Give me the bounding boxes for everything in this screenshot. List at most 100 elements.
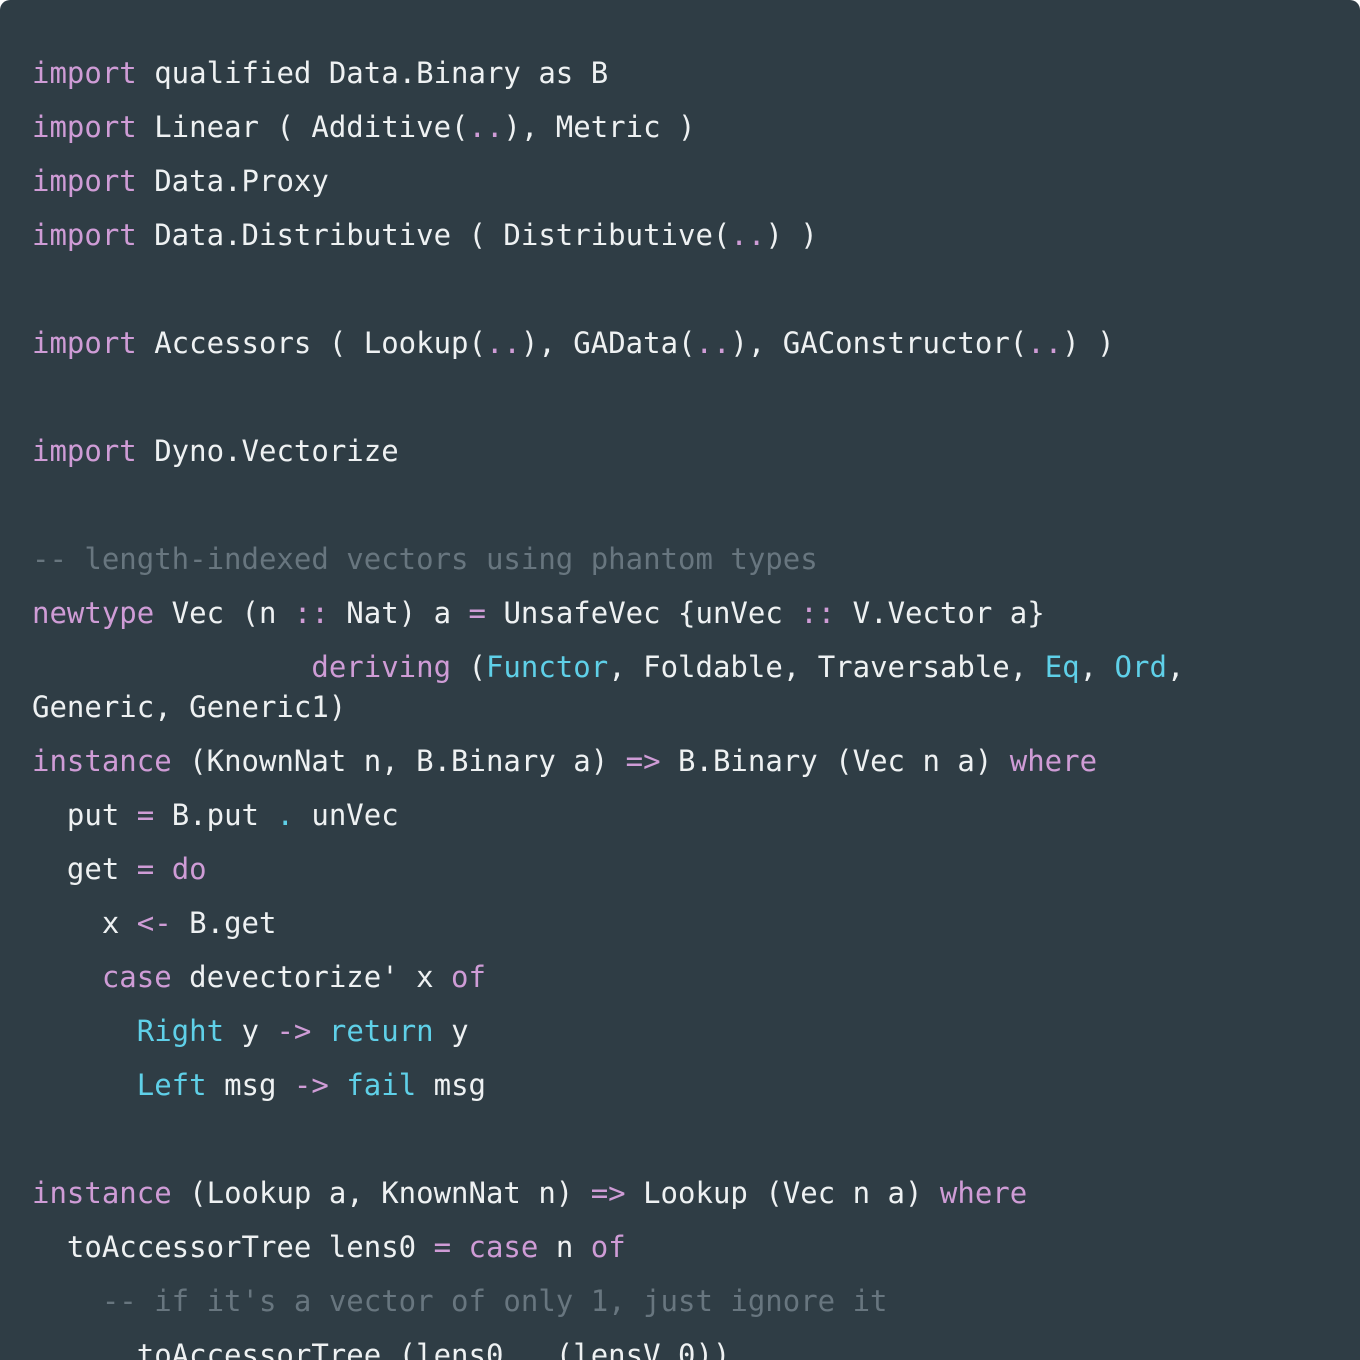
text-token: ), GAData( <box>520 326 696 360</box>
operator-token: .. <box>1027 326 1063 360</box>
keyword-token: import <box>32 110 137 144</box>
operator-token: .. <box>468 110 504 144</box>
text-token: ) ) <box>765 218 818 252</box>
operator-token: <- <box>136 906 172 940</box>
function-token: return <box>328 1014 434 1048</box>
code-line-19: Right y -> return y <box>32 1004 1184 1058</box>
operator-token: => <box>590 1176 626 1210</box>
code-line-2: import Linear ( Additive(..), Metric ) <box>32 100 1184 154</box>
code-line-18: case devectorize' x of <box>32 950 1184 1004</box>
keyword-token: newtype <box>32 596 155 630</box>
text-token: toAccessorTree lens0 <box>32 1230 434 1264</box>
text-token: B.get <box>171 906 277 940</box>
keyword-token: deriving <box>311 650 452 684</box>
keyword-token: case <box>101 960 172 994</box>
text-token: Lookup (Vec n a) <box>625 1176 940 1210</box>
keyword-token: where <box>1009 744 1098 778</box>
keyword-token: instance <box>32 744 172 778</box>
text-token: toAccessorTree (lens0 . (lensV 0)) <box>32 1338 731 1360</box>
text-token: Dyno.Vectorize <box>136 434 399 468</box>
text-token: Generic, Generic1) <box>32 690 347 724</box>
code-line-8: import Dyno.Vectorize <box>32 424 1184 478</box>
text-token: Vec (n <box>154 596 294 630</box>
text-token: y <box>224 1014 277 1048</box>
keyword-token: import <box>32 434 137 468</box>
keyword-token: import <box>32 326 137 360</box>
text-token: n <box>538 1230 591 1264</box>
function-token: fail <box>346 1068 417 1102</box>
text-token: B.put <box>154 798 277 832</box>
operator-token: = <box>136 852 155 886</box>
code-line-17: x <- B.get <box>32 896 1184 950</box>
text-token: get <box>32 852 137 886</box>
operator-token: .. <box>485 326 521 360</box>
operator-token: -> <box>293 1068 329 1102</box>
keyword-token: case <box>468 1230 539 1264</box>
text-token: unVec <box>293 798 399 832</box>
text-token: (KnownNat n, B.Binary a) <box>171 744 626 778</box>
type-token: Right <box>136 1014 225 1048</box>
text-token: , <box>1079 650 1115 684</box>
code-line-14: instance (KnownNat n, B.Binary a) => B.B… <box>32 734 1184 788</box>
code-line-23: toAccessorTree lens0 = case n of <box>32 1220 1184 1274</box>
comment-token: -- length-indexed vectors using phantom … <box>32 542 818 576</box>
code-line-3: import Data.Proxy <box>32 154 1184 208</box>
comment-token: -- if it's a vector of only 1, just igno… <box>101 1284 888 1318</box>
keyword-token: of <box>451 960 486 994</box>
code-line-11: newtype Vec (n :: Nat) a = UnsafeVec {un… <box>32 586 1184 640</box>
keyword-token: import <box>32 164 137 198</box>
text-token: Nat) a <box>328 596 469 630</box>
operator-token: .. <box>695 326 731 360</box>
text-token: Accessors ( Lookup( <box>136 326 486 360</box>
operator-token: -> <box>276 1014 312 1048</box>
code-line-15: put = B.put . unVec <box>32 788 1184 842</box>
keyword-token: do <box>171 852 207 886</box>
keyword-token: import <box>32 56 137 90</box>
text-token: ), GAConstructor( <box>730 326 1028 360</box>
operator-token: => <box>625 744 661 778</box>
keyword-token: import <box>32 218 137 252</box>
text-token: (Lookup a, KnownNat n) <box>171 1176 591 1210</box>
text-token: y <box>433 1014 469 1048</box>
code-line-4: import Data.Distributive ( Distributive(… <box>32 208 1184 262</box>
text-token: ), Metric ) <box>503 110 696 144</box>
code-line-16: get = do <box>32 842 1184 896</box>
type-token: Eq <box>1044 650 1080 684</box>
type-token: Left <box>136 1068 207 1102</box>
text-token: Linear ( Additive( <box>136 110 469 144</box>
text-token: Data.Proxy <box>136 164 329 198</box>
type-token: Functor <box>485 650 609 684</box>
code-line-25: toAccessorTree (lens0 . (lensV 0)) <box>32 1328 1184 1360</box>
text-token: x <box>32 906 137 940</box>
text-token: UnsafeVec {unVec <box>485 596 801 630</box>
text-token: qualified Data.Binary as B <box>136 56 609 90</box>
text-token: devectorize' x <box>171 960 452 994</box>
text-token: msg <box>206 1068 294 1102</box>
text-token: , <box>1166 650 1185 684</box>
text-token: put <box>32 798 137 832</box>
code-line-10: -- length-indexed vectors using phantom … <box>32 532 1184 586</box>
code-line-22: instance (Lookup a, KnownNat n) => Looku… <box>32 1166 1184 1220</box>
code-line-6: import Accessors ( Lookup(..), GAData(..… <box>32 316 1184 370</box>
keyword-token: where <box>939 1176 1028 1210</box>
code-block: import qualified Data.Binary as B import … <box>32 46 1184 1360</box>
type-token: Ord <box>1114 650 1167 684</box>
operator-token: = <box>468 596 486 630</box>
code-editor: import qualified Data.Binary as B import … <box>0 0 1360 1360</box>
operator-token: = <box>136 798 155 832</box>
operator-token: .. <box>730 218 766 252</box>
keyword-token: of <box>590 1230 626 1264</box>
code-line-20: Left msg -> fail msg <box>32 1058 1184 1112</box>
operator-token: = <box>433 1230 452 1264</box>
text-token: B.Binary (Vec n a) <box>660 744 1010 778</box>
